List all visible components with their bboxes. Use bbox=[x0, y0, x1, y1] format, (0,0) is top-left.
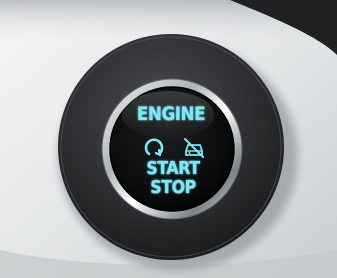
no-start-icon bbox=[182, 136, 206, 160]
dashboard-photo bbox=[0, 0, 337, 278]
stop-label: STOP bbox=[150, 177, 196, 198]
start-label: START bbox=[146, 158, 200, 179]
refresh-icon bbox=[143, 137, 165, 159]
engine-label: ENGINE bbox=[136, 103, 206, 125]
